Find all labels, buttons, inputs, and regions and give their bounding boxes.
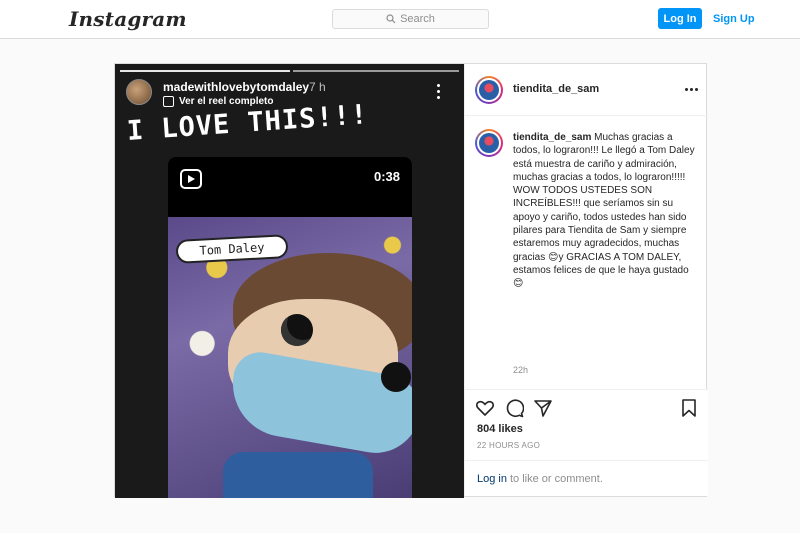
login-link[interactable]: Log in (477, 473, 507, 485)
post-media[interactable]: madewithlovebytomdaley 7 h Ver el reel c… (115, 64, 464, 498)
search-input[interactable]: Search (332, 9, 489, 29)
more-options-icon[interactable] (685, 88, 700, 91)
signup-link[interactable]: Sign Up (713, 8, 755, 29)
doll-body (223, 452, 373, 498)
post-actions: 804 likes 22 HOURS AGO Log in to like or… (465, 389, 708, 496)
caption-avatar[interactable] (475, 129, 503, 157)
reel-link: Ver el reel completo (163, 96, 274, 107)
story-username: madewithlovebytomdaley (163, 80, 310, 94)
avatar[interactable] (475, 76, 503, 104)
post-username[interactable]: tiendita_de_sam (513, 83, 599, 95)
search-placeholder: Search (400, 13, 435, 25)
story-avatar (126, 79, 152, 105)
caption-time: 22h (513, 365, 529, 375)
post-side-panel: tiendita_de_sam tiendita_de_sam Muchas g… (464, 64, 708, 496)
post-header: tiendita_de_sam (465, 64, 708, 116)
reel-icon (163, 96, 174, 107)
reel-duration: 0:38 (373, 169, 400, 184)
comment-bar: Log in to like or comment. (465, 460, 708, 497)
crochet-doll-image: Tom Daley (168, 217, 412, 498)
heart-icon[interactable] (475, 398, 495, 418)
share-icon[interactable] (533, 398, 553, 418)
bookmark-icon[interactable] (679, 398, 699, 418)
instagram-logo[interactable]: Instagram (69, 7, 187, 31)
search-icon (386, 14, 396, 24)
login-button[interactable]: Log In (658, 8, 702, 29)
likes-count[interactable]: 804 likes (477, 423, 523, 435)
caption: tiendita_de_sam Muchas gracias a todos, … (513, 131, 701, 291)
doll-eye (381, 362, 411, 392)
story-progress-bar (120, 70, 290, 72)
top-navbar: Instagram Search Log In Sign Up (0, 0, 800, 39)
caption-username[interactable]: tiendita_de_sam (513, 132, 591, 143)
caption-text: Muchas gracias a todos, lo lograron!!! L… (513, 132, 695, 290)
name-tag-sticker: Tom Daley (175, 234, 289, 264)
more-options-icon (437, 84, 441, 100)
reel-link-label: Ver el reel completo (179, 96, 274, 107)
comments-section: tiendita_de_sam Muchas gracias a todos, … (465, 117, 708, 385)
post-date: 22 HOURS AGO (477, 441, 541, 450)
story-time: 7 h (309, 80, 326, 94)
comment-prompt: to like or comment. (509, 473, 603, 485)
post-container: madewithlovebytomdaley 7 h Ver el reel c… (114, 63, 708, 498)
reels-icon (180, 169, 202, 189)
story-progress-bar (293, 70, 459, 72)
reel-card: 0:38 Tom Daley (168, 157, 412, 498)
comment-icon[interactable] (504, 398, 524, 418)
doll-eye (281, 314, 313, 346)
